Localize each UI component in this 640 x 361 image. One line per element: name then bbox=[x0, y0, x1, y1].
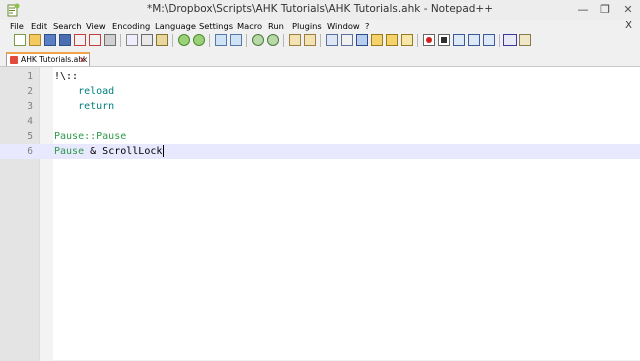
play-macro-icon[interactable] bbox=[453, 34, 465, 46]
redo-icon[interactable] bbox=[193, 34, 205, 46]
word-wrap-icon[interactable] bbox=[326, 34, 338, 46]
indent-guide-icon[interactable] bbox=[356, 34, 368, 46]
close-window-button[interactable]: ✕ bbox=[616, 0, 640, 20]
code-text: reload bbox=[54, 84, 114, 99]
line-number: 1 bbox=[27, 71, 33, 82]
toolbar-separator bbox=[246, 34, 247, 47]
undo-icon[interactable] bbox=[178, 34, 190, 46]
spell-check-icon[interactable] bbox=[503, 34, 517, 46]
code-line[interactable]: 6 Pause & ScrollLock bbox=[0, 144, 640, 159]
toolbar-separator bbox=[499, 34, 500, 47]
code-text: Pause & ScrollLock bbox=[54, 144, 165, 159]
line-number: 6 bbox=[27, 146, 33, 157]
code-text: Pause::Pause bbox=[54, 129, 126, 144]
code-token: return bbox=[54, 101, 115, 112]
line-number: 2 bbox=[27, 86, 33, 97]
open-file-icon[interactable] bbox=[29, 34, 41, 46]
code-line[interactable]: 2 reload bbox=[0, 84, 640, 99]
tab-close-icon[interactable]: x bbox=[80, 54, 85, 65]
replace-icon[interactable] bbox=[230, 34, 242, 46]
print-icon[interactable] bbox=[104, 34, 116, 46]
code-line[interactable]: 1 !\:: bbox=[0, 69, 640, 84]
code-token: reload bbox=[54, 86, 115, 97]
zoom-in-icon[interactable] bbox=[252, 34, 264, 46]
menu-bar: File Edit Search View Encoding Language … bbox=[0, 20, 640, 32]
toolbar-separator bbox=[283, 34, 284, 47]
menu-edit[interactable]: Edit bbox=[31, 20, 47, 32]
toolbar-separator bbox=[209, 34, 210, 47]
menu-run[interactable]: Run bbox=[268, 20, 284, 32]
code-line[interactable]: 4 bbox=[0, 114, 640, 129]
function-list-icon[interactable] bbox=[401, 34, 413, 46]
menu-window[interactable]: Window bbox=[327, 20, 360, 32]
toolbar-separator bbox=[417, 34, 418, 47]
line-number: 3 bbox=[27, 101, 33, 112]
zoom-out-icon[interactable] bbox=[267, 34, 279, 46]
document-map-icon[interactable] bbox=[386, 34, 398, 46]
menu-file[interactable]: File bbox=[10, 20, 24, 32]
tab-bar: AHK Tutorials.ahk x bbox=[0, 51, 640, 66]
record-macro-icon[interactable] bbox=[423, 34, 435, 46]
cut-icon[interactable] bbox=[126, 34, 138, 46]
save-icon[interactable] bbox=[44, 34, 56, 46]
title-bar: *M:\Dropbox\Scripts\AHK Tutorials\AHK Tu… bbox=[0, 0, 640, 20]
text-caret bbox=[163, 145, 165, 157]
code-token: Pause::Pause bbox=[54, 131, 127, 142]
unsaved-file-icon bbox=[10, 56, 18, 64]
plugin-icon[interactable] bbox=[519, 34, 531, 46]
all-characters-icon[interactable] bbox=[341, 34, 353, 46]
run-macro-multiple-icon[interactable] bbox=[468, 34, 480, 46]
toolbar-separator bbox=[172, 34, 173, 47]
close-document-icon[interactable]: X bbox=[625, 20, 632, 32]
code-line[interactable]: 3 return bbox=[0, 99, 640, 114]
menu-encoding[interactable]: Encoding bbox=[112, 20, 150, 32]
tab-ahk-tutorials[interactable]: AHK Tutorials.ahk x bbox=[6, 52, 90, 66]
code-text: !\:: bbox=[54, 69, 78, 84]
tab-label: AHK Tutorials.ahk bbox=[21, 55, 88, 64]
menu-plugins[interactable]: Plugins bbox=[292, 20, 322, 32]
editor-area[interactable]: 1 !\:: 2 reload 3 return 4 5 Pause::Pause 6 Paus… bbox=[0, 66, 640, 361]
menu-language[interactable]: Language bbox=[155, 20, 196, 32]
code-token: Pause bbox=[54, 146, 85, 157]
toolbar bbox=[0, 32, 640, 49]
sync-vertical-icon[interactable] bbox=[289, 34, 301, 46]
maximize-button[interactable]: ❐ bbox=[594, 0, 616, 20]
window-title: *M:\Dropbox\Scripts\AHK Tutorials\AHK Tu… bbox=[146, 3, 494, 15]
minimize-button[interactable]: — bbox=[572, 0, 594, 20]
paste-icon[interactable] bbox=[156, 34, 168, 46]
new-file-icon[interactable] bbox=[14, 34, 26, 46]
menu-settings[interactable]: Settings bbox=[199, 20, 233, 32]
sync-horizontal-icon[interactable] bbox=[304, 34, 316, 46]
function-list-icon[interactable] bbox=[371, 34, 383, 46]
find-icon[interactable] bbox=[215, 34, 227, 46]
code-token: !\:: bbox=[54, 71, 79, 82]
close-icon[interactable] bbox=[74, 34, 86, 46]
menu-macro[interactable]: Macro bbox=[237, 20, 262, 32]
line-number: 4 bbox=[27, 116, 33, 127]
code-token: & bbox=[84, 146, 103, 157]
save-all-icon[interactable] bbox=[59, 34, 71, 46]
code-line[interactable]: 5 Pause::Pause bbox=[0, 129, 640, 144]
menu-help[interactable]: ? bbox=[365, 20, 369, 32]
toolbar-separator bbox=[120, 34, 121, 47]
close-all-icon[interactable] bbox=[89, 34, 101, 46]
menu-search[interactable]: Search bbox=[53, 20, 82, 32]
menu-view[interactable]: View bbox=[86, 20, 106, 32]
toolbar-separator bbox=[320, 34, 321, 47]
save-macro-icon[interactable] bbox=[483, 34, 495, 46]
stop-macro-icon[interactable] bbox=[438, 34, 450, 46]
copy-icon[interactable] bbox=[141, 34, 153, 46]
code-text: return bbox=[54, 99, 114, 114]
line-number: 5 bbox=[27, 131, 33, 142]
code-token: ScrollLock bbox=[102, 146, 163, 157]
